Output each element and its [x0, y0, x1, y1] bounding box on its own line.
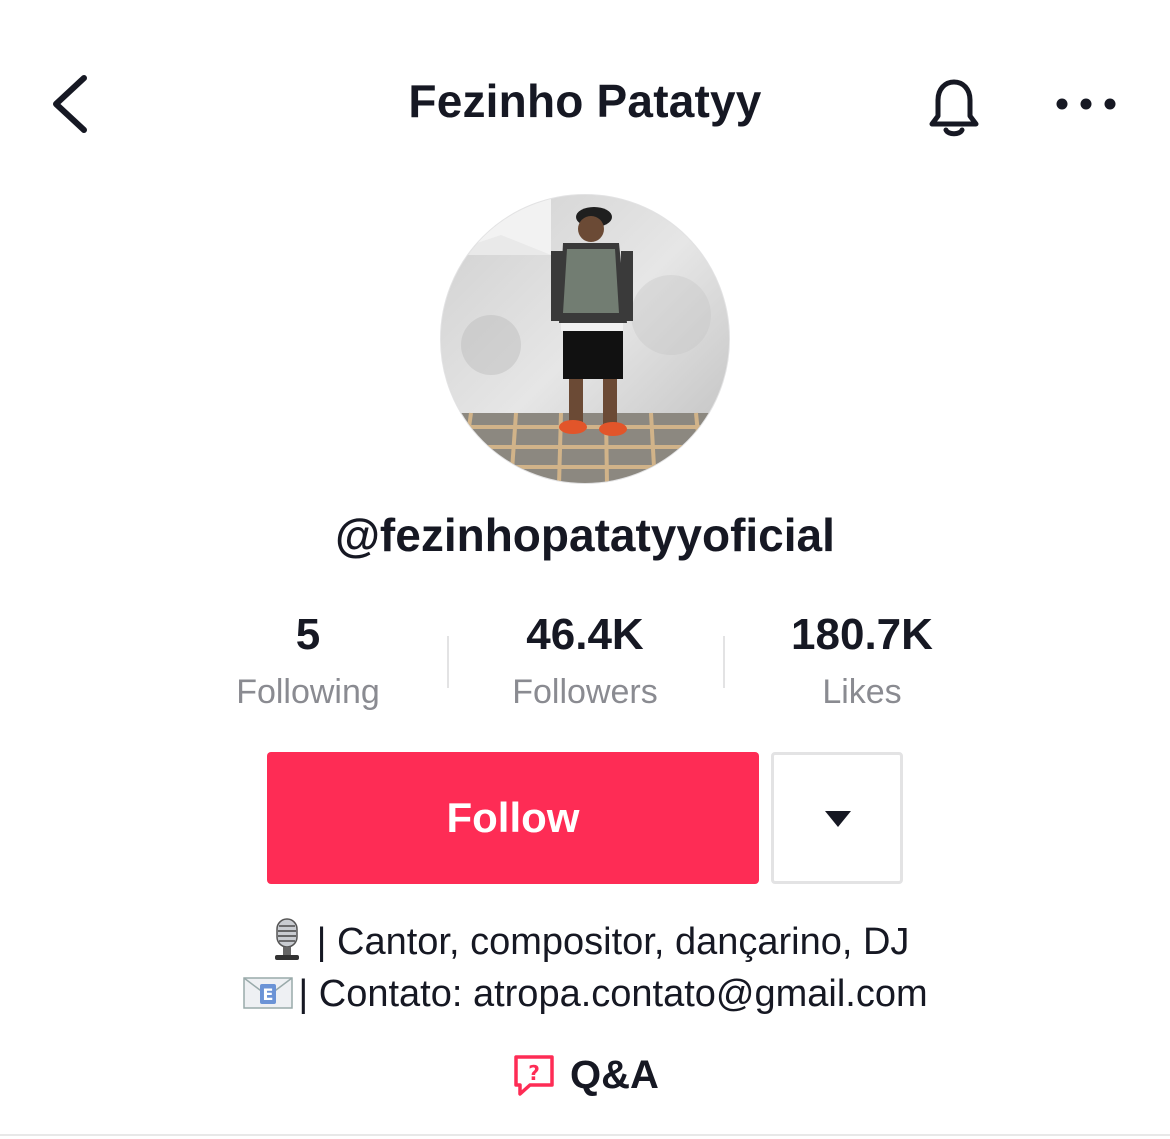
qa-label: Q&A: [570, 1052, 659, 1097]
followers-stat[interactable]: 46.4K Followers: [447, 606, 723, 720]
bio-line: | Cantor, compositor, dançarino, DJ: [0, 918, 1170, 964]
email-emoji: E: [242, 970, 294, 1014]
likes-stat[interactable]: 180.7K Likes: [724, 606, 1000, 720]
following-label: Following: [236, 673, 380, 711]
avatar[interactable]: [440, 194, 730, 484]
bio-line: E | Contato: atropa.contato@gmail.com: [0, 970, 1170, 1016]
qa-link[interactable]: ? Q&A: [512, 1050, 659, 1100]
bell-icon: [929, 79, 979, 137]
caret-down-icon: [825, 811, 851, 827]
profile-photo: [441, 195, 729, 483]
notification-bell-button[interactable]: [918, 70, 990, 142]
bio-text-1: | Cantor, compositor, dançarino, DJ: [316, 921, 910, 963]
svg-text:?: ?: [528, 1061, 540, 1085]
username: @fezinhopatatyyoficial: [335, 509, 835, 561]
followers-label: Followers: [512, 673, 658, 711]
followers-count: 46.4K: [526, 610, 644, 659]
page-title: Fezinho Patatyy: [408, 75, 762, 127]
following-count: 5: [295, 610, 321, 659]
follow-button[interactable]: Follow: [267, 752, 759, 884]
profile-page: Fezinho Patatyy @fezinhopatatyyoficial 5…: [0, 0, 1170, 1139]
microphone-emoji: [261, 918, 313, 962]
likes-label: Likes: [822, 673, 902, 711]
more-horizontal-icon: [1056, 98, 1116, 110]
likes-count: 180.7K: [791, 610, 933, 659]
section-divider: [0, 1134, 1170, 1136]
following-stat[interactable]: 5 Following: [170, 606, 446, 720]
bio-text-2: | Contato: atropa.contato@gmail.com: [298, 973, 928, 1015]
stats-row: 5 Following 46.4K Followers 180.7K Likes: [170, 606, 1000, 716]
more-options-button[interactable]: [1048, 80, 1128, 128]
question-bubble-icon: ?: [512, 1053, 556, 1097]
suggested-accounts-dropdown-button[interactable]: [771, 752, 903, 884]
svg-text:E: E: [263, 985, 274, 1004]
